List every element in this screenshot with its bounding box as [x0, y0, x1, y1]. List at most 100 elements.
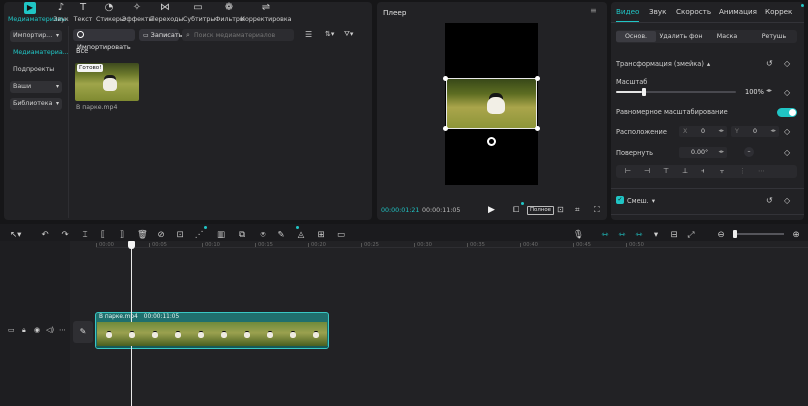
keyframe-transform-icon[interactable]: ◇ [784, 59, 790, 68]
search-field[interactable]: ⌕ [182, 29, 294, 41]
mask-icon[interactable]: ⊘ [156, 230, 166, 240]
track-cover-button[interactable]: ✎ [73, 321, 93, 343]
distribute-v-icon[interactable]: ⋯ [758, 167, 765, 175]
align-left-icon[interactable]: ⊢ [625, 167, 631, 175]
inspector-tab-4[interactable]: Коррек [765, 2, 792, 22]
split-right-icon[interactable]: ⟧ [117, 230, 127, 240]
undo-icon[interactable]: ↶ [40, 230, 50, 240]
reset-blend-icon[interactable]: ↺ [766, 196, 773, 205]
timeline-zoom-track[interactable] [734, 233, 784, 235]
toolbar-subtitles[interactable]: ▭ Субтитры [183, 2, 215, 23]
snapshot-icon[interactable]: ⊡ [557, 205, 564, 214]
more-link-icon[interactable]: ▾ [651, 230, 661, 240]
track-lock-icon[interactable]: 🔒︎ [22, 326, 26, 335]
reset-transform-icon[interactable]: ↺ [766, 59, 773, 68]
filter-all-label[interactable]: Все [76, 47, 88, 55]
redo-icon[interactable]: ↷ [60, 230, 70, 240]
rotate-handle-icon[interactable] [487, 137, 496, 146]
inspector-tab-1[interactable]: Звук [649, 2, 666, 22]
fullscreen-icon[interactable]: ⛶ [594, 205, 600, 215]
timeline-zoom-thumb[interactable] [733, 230, 737, 238]
scale-value[interactable]: 100% [745, 88, 764, 96]
rotate-dial-icon[interactable]: – [744, 147, 754, 157]
split-icon[interactable]: ⌶ [80, 230, 90, 240]
select-tool-icon[interactable]: ↖▾ [10, 230, 21, 240]
player-menu-icon[interactable]: ≡ [590, 6, 597, 15]
video-preview-image[interactable] [446, 78, 537, 129]
speed-icon[interactable]: ⋰ [194, 230, 204, 240]
ratio-button[interactable]: Полное [527, 206, 554, 215]
retouch-icon[interactable]: ✎ [276, 230, 286, 240]
inspector-subtab-1[interactable]: Удалить фон [659, 31, 703, 42]
toolbar-music[interactable]: ♪ Звук [50, 2, 72, 23]
align-right-icon[interactable]: ⊤ [663, 167, 669, 175]
toolbar-filter[interactable]: ❁ Фильтры [215, 2, 245, 23]
filter-icon[interactable]: ⛛▾ [344, 30, 353, 39]
crop-icon[interactable]: ⧠ [513, 205, 519, 215]
position-x-field[interactable]: X 0 ◂▸ [679, 126, 727, 137]
rotate-stepper-icon[interactable]: ◂▸ [718, 147, 724, 158]
resize-handle-br[interactable] [535, 126, 540, 131]
inspector-subtab-2[interactable]: Маска [706, 31, 748, 42]
track-more-icon[interactable]: ⋯ [59, 326, 66, 334]
align-bottom-icon[interactable]: ⫟ [720, 167, 724, 176]
keyframe-blend-icon[interactable]: ◇ [784, 196, 790, 205]
resize-handle-bl[interactable] [443, 126, 448, 131]
inspector-tab-0[interactable]: Видео [616, 2, 640, 22]
caption-tool-icon[interactable]: ▭ [336, 230, 346, 240]
toolbar-effects[interactable]: ✧ Эффекты [122, 2, 153, 23]
group-icon[interactable]: ⊞ [316, 230, 326, 240]
toolbar-transition[interactable]: ⋈ Переходы [150, 2, 183, 23]
rotate-field[interactable]: 0.00° ◂▸ [679, 147, 727, 158]
zoom-fit-icon[interactable]: ⌗ [575, 205, 580, 215]
blend-checkbox[interactable]: ✓ [616, 196, 624, 204]
inspector-tab-3[interactable]: Анимация [719, 2, 757, 22]
freeze-icon[interactable]: ▥ [216, 230, 226, 240]
linkage-icon[interactable]: ⇿ [634, 230, 644, 240]
align-vcenter-icon[interactable]: ⫞ [701, 167, 705, 176]
chevron-down-icon[interactable]: ▾ [652, 197, 655, 205]
auto-snap-icon[interactable]: ⇿ [617, 230, 627, 240]
track-visibility-icon[interactable]: ◉ [34, 326, 40, 334]
delete-icon[interactable]: 🗑︎ [137, 230, 148, 240]
playhead-handle[interactable] [128, 241, 135, 249]
microphone-icon[interactable]: 🎙︎ [573, 230, 584, 240]
toolbar-text[interactable]: T Текст [72, 2, 94, 23]
position-y-field[interactable]: Y 0 ◂▸ [731, 126, 779, 137]
zoom-in-icon[interactable]: ⊕ [791, 230, 801, 240]
sidebar-item-media[interactable]: Медиаматериа... [10, 47, 69, 59]
toolbar-media[interactable]: ▶ Медиаматериалы [8, 2, 67, 23]
inspector-subtab-3[interactable]: Ретушь [751, 31, 797, 42]
sort-icon[interactable]: ⇅▾ [325, 30, 334, 38]
fit-timeline-icon[interactable]: ⤢ [686, 230, 696, 240]
media-clip-thumbnail[interactable]: Готово! [75, 63, 139, 101]
align-top-icon[interactable]: ⊥ [682, 167, 688, 175]
import-nav-button[interactable]: Импортир... ▾ [10, 30, 62, 42]
scale-slider-thumb[interactable] [642, 88, 646, 96]
record-button[interactable]: ▭ Записать [139, 29, 182, 41]
split-left-icon[interactable]: ⟦ [98, 230, 108, 240]
keyframe-tool-icon[interactable]: ◬ [296, 230, 306, 240]
track-cover-icon[interactable]: ▭ [8, 326, 15, 334]
keyframe-rotate-icon[interactable]: ◇ [784, 148, 790, 157]
chevron-up-icon[interactable]: ▴ [707, 60, 710, 68]
resize-handle-tr[interactable] [535, 76, 540, 81]
play-icon[interactable]: ▶ [488, 205, 495, 215]
toolbar-adjust[interactable]: ⇌ Корректировка [240, 2, 292, 23]
resize-handle-tl[interactable] [443, 76, 448, 81]
zoom-out-icon[interactable]: ⊖ [716, 230, 726, 240]
track-audio-icon[interactable]: ◁) [46, 326, 54, 334]
inspector-subtab-0[interactable]: Основ. [616, 31, 656, 42]
distribute-h-icon[interactable]: ⋮ [739, 167, 746, 175]
inspector-tab-2[interactable]: Скорость [676, 2, 711, 22]
search-input[interactable] [194, 29, 290, 41]
sidebar-item-subprojects[interactable]: Подпроекты [10, 64, 62, 76]
align-hcenter-icon[interactable]: ⊣ [644, 167, 650, 175]
list-view-icon[interactable]: ☰ [305, 30, 312, 39]
auto-reframe-icon[interactable]: ⍟ [258, 230, 268, 240]
preview-axis-icon[interactable]: ⊟ [669, 230, 679, 240]
sidebar-item-yours[interactable]: Ваши ▾ [10, 81, 62, 93]
y-stepper-icon[interactable]: ◂▸ [770, 126, 776, 137]
uniform-scale-toggle[interactable] [777, 108, 797, 117]
mirror-icon[interactable]: ⧉ [237, 230, 247, 240]
